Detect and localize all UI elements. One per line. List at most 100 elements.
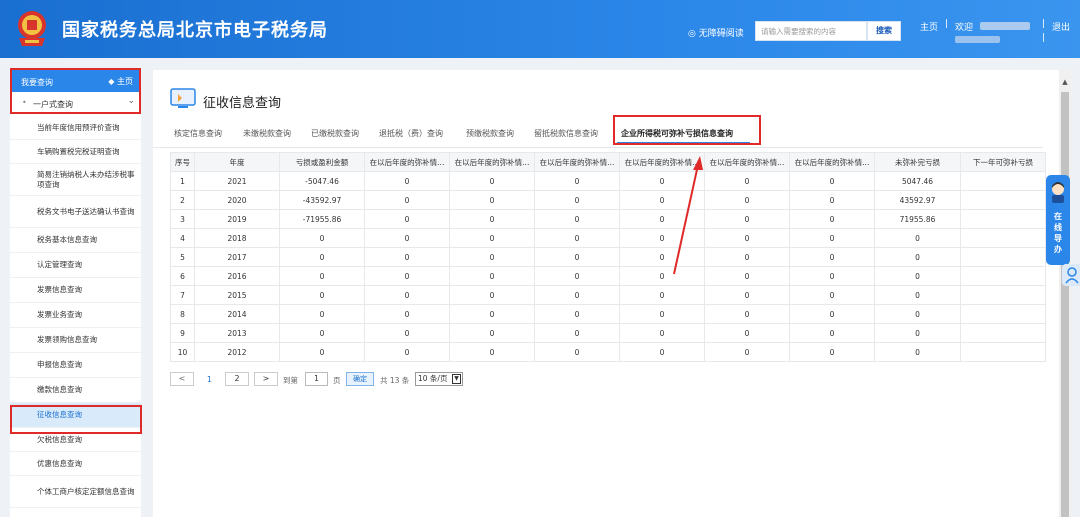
goto-label: 到第 xyxy=(283,376,298,385)
sidebar-item[interactable]: 申报信息查询 xyxy=(10,353,141,378)
sidebar-item-label: 税务文书电子送达确认书查询 xyxy=(37,206,135,216)
sidebar-item[interactable]: 税务基本信息查询 xyxy=(10,228,141,253)
sidebar-item[interactable]: 发票领购信息查询 xyxy=(10,328,141,353)
sidebar-item[interactable]: 个体工商户核定定额信息查询 xyxy=(10,476,141,508)
column-header: 在以后年度的弥补情... xyxy=(619,152,705,172)
table-body: 1 2021 -5047.46 0 0 0 0 0 0 5047.46 2 2020 -43592.97… xyxy=(170,171,1046,362)
table-row: 1 2021 -5047.46 0 0 0 0 0 0 5047.46 xyxy=(170,171,1046,191)
header-separator: | xyxy=(1042,33,1046,43)
sidebar-item[interactable]: 优惠信息查询 xyxy=(10,452,141,476)
column-header: 序号 xyxy=(170,152,195,172)
page-scrollbar[interactable]: ▲ xyxy=(1059,70,1071,517)
column-header: 在以后年度的弥补情... xyxy=(364,152,450,172)
tab[interactable]: 留抵税款信息查询 xyxy=(534,128,598,139)
tab[interactable]: 已缴税款查询 xyxy=(311,128,359,139)
table-row: 5 2017 0 0 0 0 0 0 0 0 xyxy=(170,247,1046,267)
tab[interactable]: 预缴税款查询 xyxy=(466,128,514,139)
goto-page-input[interactable]: 1 xyxy=(305,372,328,386)
table-cell: 0 xyxy=(619,247,705,267)
search-input[interactable]: 请输入需要搜索的内容 xyxy=(755,21,867,41)
tab[interactable]: 退抵税（费）查询 xyxy=(379,128,443,139)
scroll-thumb[interactable] xyxy=(1061,92,1069,517)
table-cell: 0 xyxy=(364,209,450,229)
sidebar-item[interactable]: 税务文书电子送达确认书查询 xyxy=(10,196,141,228)
table-cell: 0 xyxy=(449,209,535,229)
sidebar-item[interactable]: 简易注销纳税人未办结涉税事项查询 xyxy=(10,164,141,196)
table-cell: -5047.46 xyxy=(279,171,365,191)
sidebar-item-label: 发票领购信息查询 xyxy=(37,335,97,344)
logout-link[interactable]: 退出 xyxy=(1052,20,1070,33)
sidebar-header: 我要查询 ◆ 主页 xyxy=(12,70,139,92)
sidebar-item[interactable]: 发票业务查询 xyxy=(10,303,141,328)
online-guide-widget[interactable]: 在线导办 xyxy=(1046,175,1070,265)
sidebar-header-label: 我要查询 xyxy=(21,78,53,87)
main-panel: 征收信息查询 核定信息查询 未缴税款查询 已缴税款查询 退抵税（费）查询 预缴税款查询 留… xyxy=(153,70,1059,517)
table-cell: 0 xyxy=(789,323,875,343)
table-cell: 0 xyxy=(789,190,875,210)
table-cell: 1 xyxy=(170,171,195,191)
table-cell: 0 xyxy=(704,323,790,343)
table-cell: 0 xyxy=(874,266,961,286)
sidebar-item-label: 欠税信息查询 xyxy=(37,434,82,444)
prev-page-button[interactable]: < xyxy=(170,372,194,386)
sidebar-item-label: 申报信息查询 xyxy=(37,360,82,369)
sidebar-item[interactable]: 车辆购置税完税证明查询 xyxy=(10,140,141,164)
table-cell xyxy=(960,304,1046,324)
table-cell: 0 xyxy=(534,228,620,248)
table-cell: 0 xyxy=(789,228,875,248)
page-1-link[interactable]: 1 xyxy=(207,375,212,384)
tab[interactable]: 核定信息查询 xyxy=(174,128,222,139)
search-button[interactable]: 搜索 xyxy=(867,21,901,41)
page-2-button[interactable]: 2 xyxy=(225,372,249,386)
accessibility-reading-link[interactable]: ◎ 无障碍阅读 xyxy=(688,26,744,39)
header-separator: | xyxy=(1042,19,1046,29)
tab[interactable]: 未缴税款查询 xyxy=(243,128,291,139)
sidebar-item[interactable]: 发票信息查询 xyxy=(10,278,141,303)
next-page-button[interactable]: > xyxy=(254,372,278,386)
table-cell: 0 xyxy=(534,247,620,267)
table-cell: 0 xyxy=(619,209,705,229)
table-cell: 0 xyxy=(874,323,961,343)
table-row: 9 2013 0 0 0 0 0 0 0 0 xyxy=(170,323,1046,343)
goto-confirm-button[interactable]: 确定 xyxy=(346,372,374,386)
header-home-link[interactable]: 主页 xyxy=(920,20,938,33)
sidebar-item[interactable]: 认定管理查询 xyxy=(10,253,141,278)
sidebar-group-query[interactable]: • 一户式查询 ⌄ xyxy=(12,94,139,112)
table-cell xyxy=(960,228,1046,248)
sidebar-item-label: 缴款信息查询 xyxy=(37,385,82,394)
welcome-text: 欢迎 xyxy=(955,23,974,33)
sidebar-group-label: 一户式查询 xyxy=(33,100,73,109)
customer-service-tab[interactable] xyxy=(1062,264,1080,286)
table-cell: 0 xyxy=(874,285,961,305)
top-header: 国家税务总局北京市电子税务局 ◎ 无障碍阅读 请输入需要搜索的内容 搜索 主页 … xyxy=(0,0,1080,58)
column-header: 在以后年度的弥补情... xyxy=(704,152,790,172)
table-cell: 0 xyxy=(789,247,875,267)
sidebar-item-label: 简易注销纳税人未办结涉税事项查询 xyxy=(37,169,135,189)
table-cell: 0 xyxy=(364,228,450,248)
sidebar-home-link[interactable]: ◆ 主页 xyxy=(108,76,133,87)
table-cell: 0 xyxy=(449,342,535,362)
table-row: 7 2015 0 0 0 0 0 0 0 0 xyxy=(170,285,1046,305)
column-header: 在以后年度的弥补情... xyxy=(449,152,535,172)
sidebar-item[interactable]: 当前年度信用预评价查询 xyxy=(10,116,141,140)
table-cell: 0 xyxy=(449,228,535,248)
table-cell: 0 xyxy=(364,285,450,305)
select-arrow-icon: ▼ xyxy=(452,374,461,384)
table-cell: 5 xyxy=(170,247,195,267)
table-cell: 0 xyxy=(364,247,450,267)
scroll-up-icon[interactable]: ▲ xyxy=(1059,78,1071,86)
table-cell: 0 xyxy=(534,266,620,286)
table-cell: 0 xyxy=(449,323,535,343)
sidebar-item[interactable]: 缴款信息查询 xyxy=(10,378,141,403)
table-cell: 7 xyxy=(170,285,195,305)
table-cell: 0 xyxy=(789,285,875,305)
table-cell xyxy=(960,342,1046,362)
page-size-select[interactable]: 10 条/页 ▼ xyxy=(415,372,463,386)
table-cell: 0 xyxy=(279,266,365,286)
table-cell: 8 xyxy=(170,304,195,324)
table-cell: 43592.97 xyxy=(874,190,961,210)
table-cell: 0 xyxy=(704,304,790,324)
table-cell: 0 xyxy=(704,247,790,267)
tax-emblem-icon xyxy=(18,11,46,46)
header-separator: | xyxy=(945,19,949,29)
